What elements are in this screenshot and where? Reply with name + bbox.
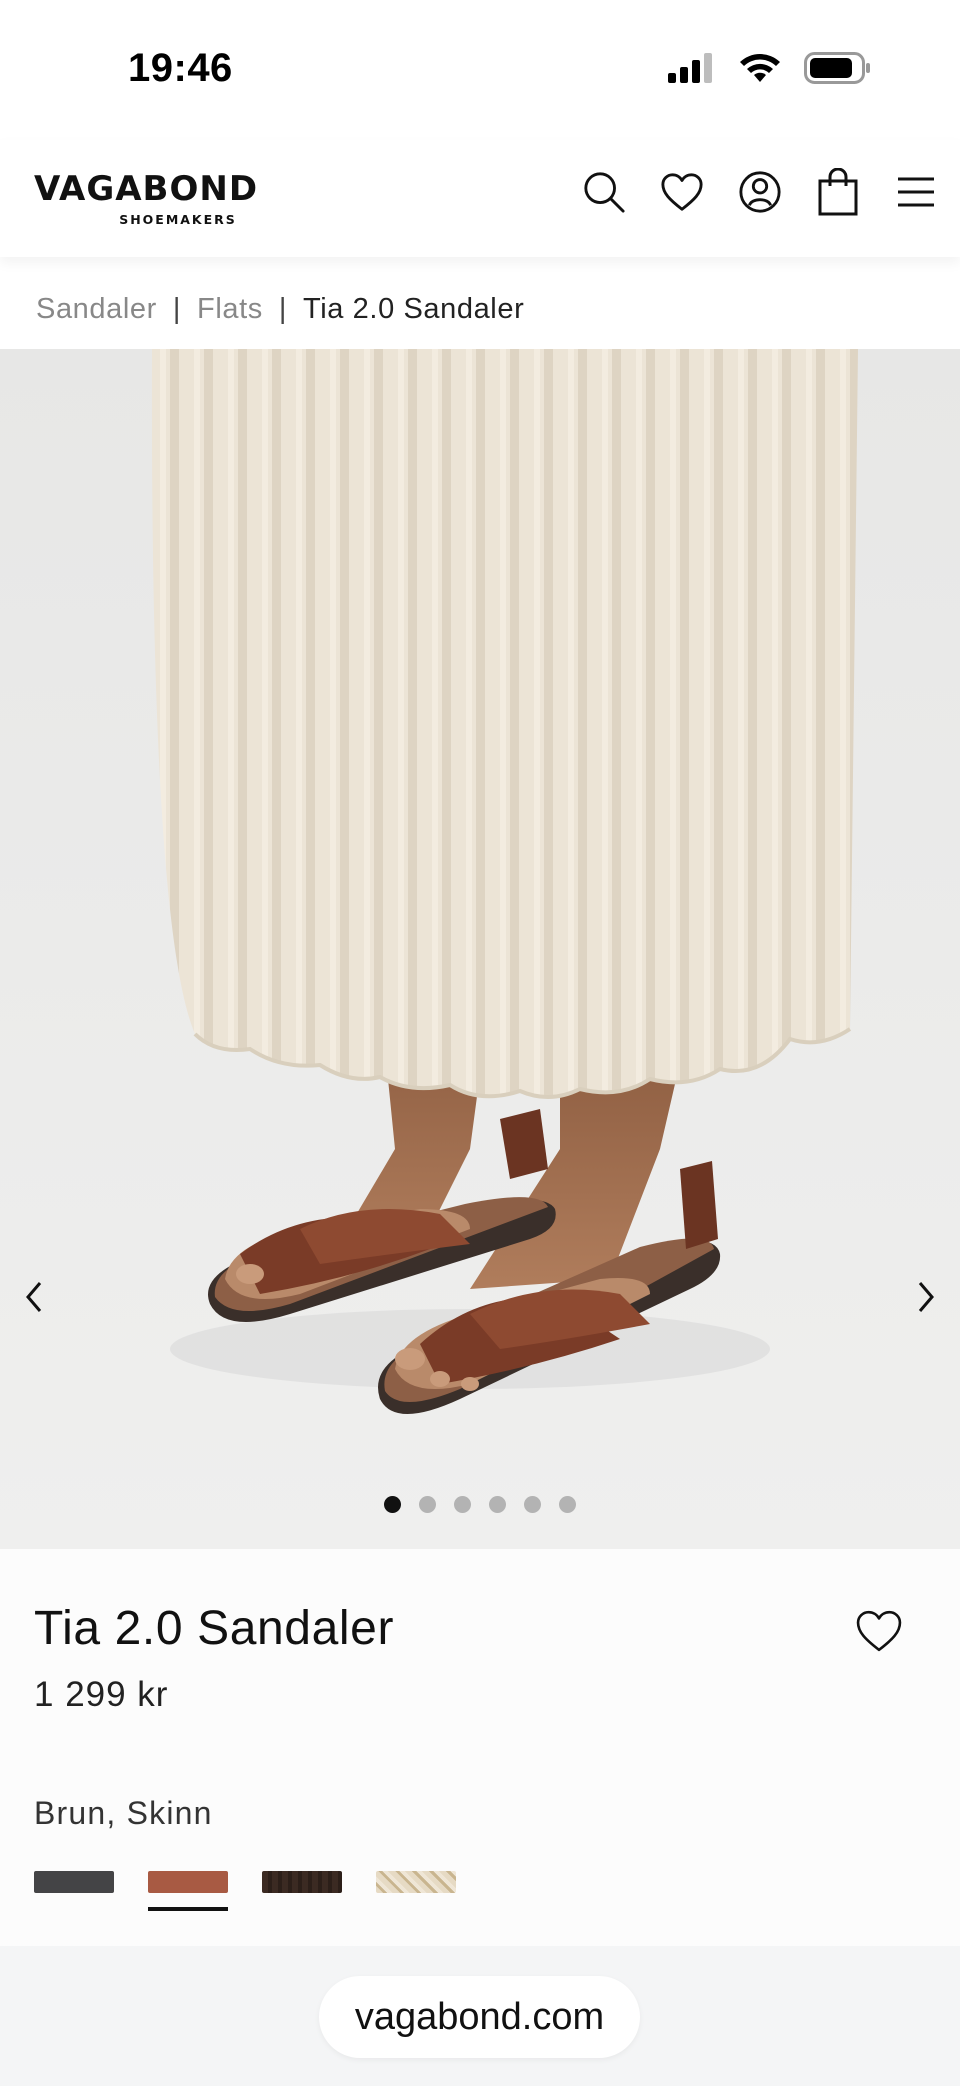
gallery-dot[interactable]: [454, 1496, 471, 1513]
signal-icon: [668, 53, 712, 83]
site-header: VAGABOND SHOEMAKERS: [0, 140, 960, 257]
header-icons: [582, 168, 938, 216]
logo-subtitle: SHOEMAKERS: [119, 212, 237, 227]
color-swatch-dark-brown[interactable]: [262, 1871, 342, 1893]
user-icon: [739, 171, 781, 213]
status-bar: 19:46: [0, 0, 960, 140]
chevron-left-icon: [26, 1282, 42, 1312]
color-swatch-dark-grey[interactable]: [34, 1871, 114, 1893]
gallery-next-button[interactable]: [906, 1277, 946, 1317]
wifi-icon: [740, 54, 780, 82]
gallery-dot[interactable]: [489, 1496, 506, 1513]
chevron-right-icon: [918, 1282, 934, 1312]
status-time: 19:46: [128, 46, 233, 90]
wishlist-button[interactable]: [660, 168, 704, 216]
product-gallery[interactable]: [0, 349, 960, 1549]
breadcrumb-current: Tia 2.0 Sandaler: [303, 293, 525, 325]
breadcrumb-sandaler[interactable]: Sandaler: [36, 293, 157, 326]
selected-color-label: Brun, Skinn: [34, 1795, 213, 1831]
address-bar[interactable]: vagabond.com: [319, 1976, 640, 2058]
gallery-pagination: [0, 1496, 960, 1513]
product-info: Tia 2.0 Sandaler 1 299 kr Brun, Skinn: [0, 1549, 960, 1946]
browser-bottom-bar: vagabond.com: [0, 1946, 960, 2086]
gallery-dot[interactable]: [384, 1496, 401, 1513]
gallery-dot[interactable]: [524, 1496, 541, 1513]
breadcrumb-separator: |: [278, 293, 288, 325]
battery-icon: [804, 52, 870, 84]
gallery-dot[interactable]: [419, 1496, 436, 1513]
menu-icon: [898, 177, 934, 207]
bag-icon: [818, 168, 858, 216]
search-icon: [584, 172, 625, 213]
cart-button[interactable]: [816, 168, 860, 216]
breadcrumb-flats[interactable]: Flats: [197, 293, 263, 326]
product-title: Tia 2.0 Sandaler: [34, 1602, 395, 1655]
vagabond-logo[interactable]: VAGABOND SHOEMAKERS: [34, 172, 330, 227]
heart-icon: [856, 1610, 902, 1652]
breadcrumb: Sandaler | Flats | Tia 2.0 Sandaler: [36, 293, 524, 326]
heart-icon: [661, 173, 703, 211]
gallery-prev-button[interactable]: [14, 1277, 54, 1317]
product-price: 1 299 kr: [34, 1675, 169, 1714]
color-swatch-leopard[interactable]: [376, 1871, 456, 1893]
search-button[interactable]: [582, 168, 626, 216]
gallery-dot[interactable]: [559, 1496, 576, 1513]
logo-wordmark: VAGABOND: [34, 169, 259, 209]
breadcrumb-separator: |: [172, 293, 182, 325]
add-to-wishlist-button[interactable]: [854, 1609, 904, 1655]
account-button[interactable]: [738, 168, 782, 216]
menu-button[interactable]: [894, 168, 938, 216]
status-icons: [668, 52, 872, 84]
product-photo: [0, 349, 960, 1549]
color-swatch-brown[interactable]: [148, 1871, 228, 1911]
color-swatches: [34, 1871, 456, 1911]
